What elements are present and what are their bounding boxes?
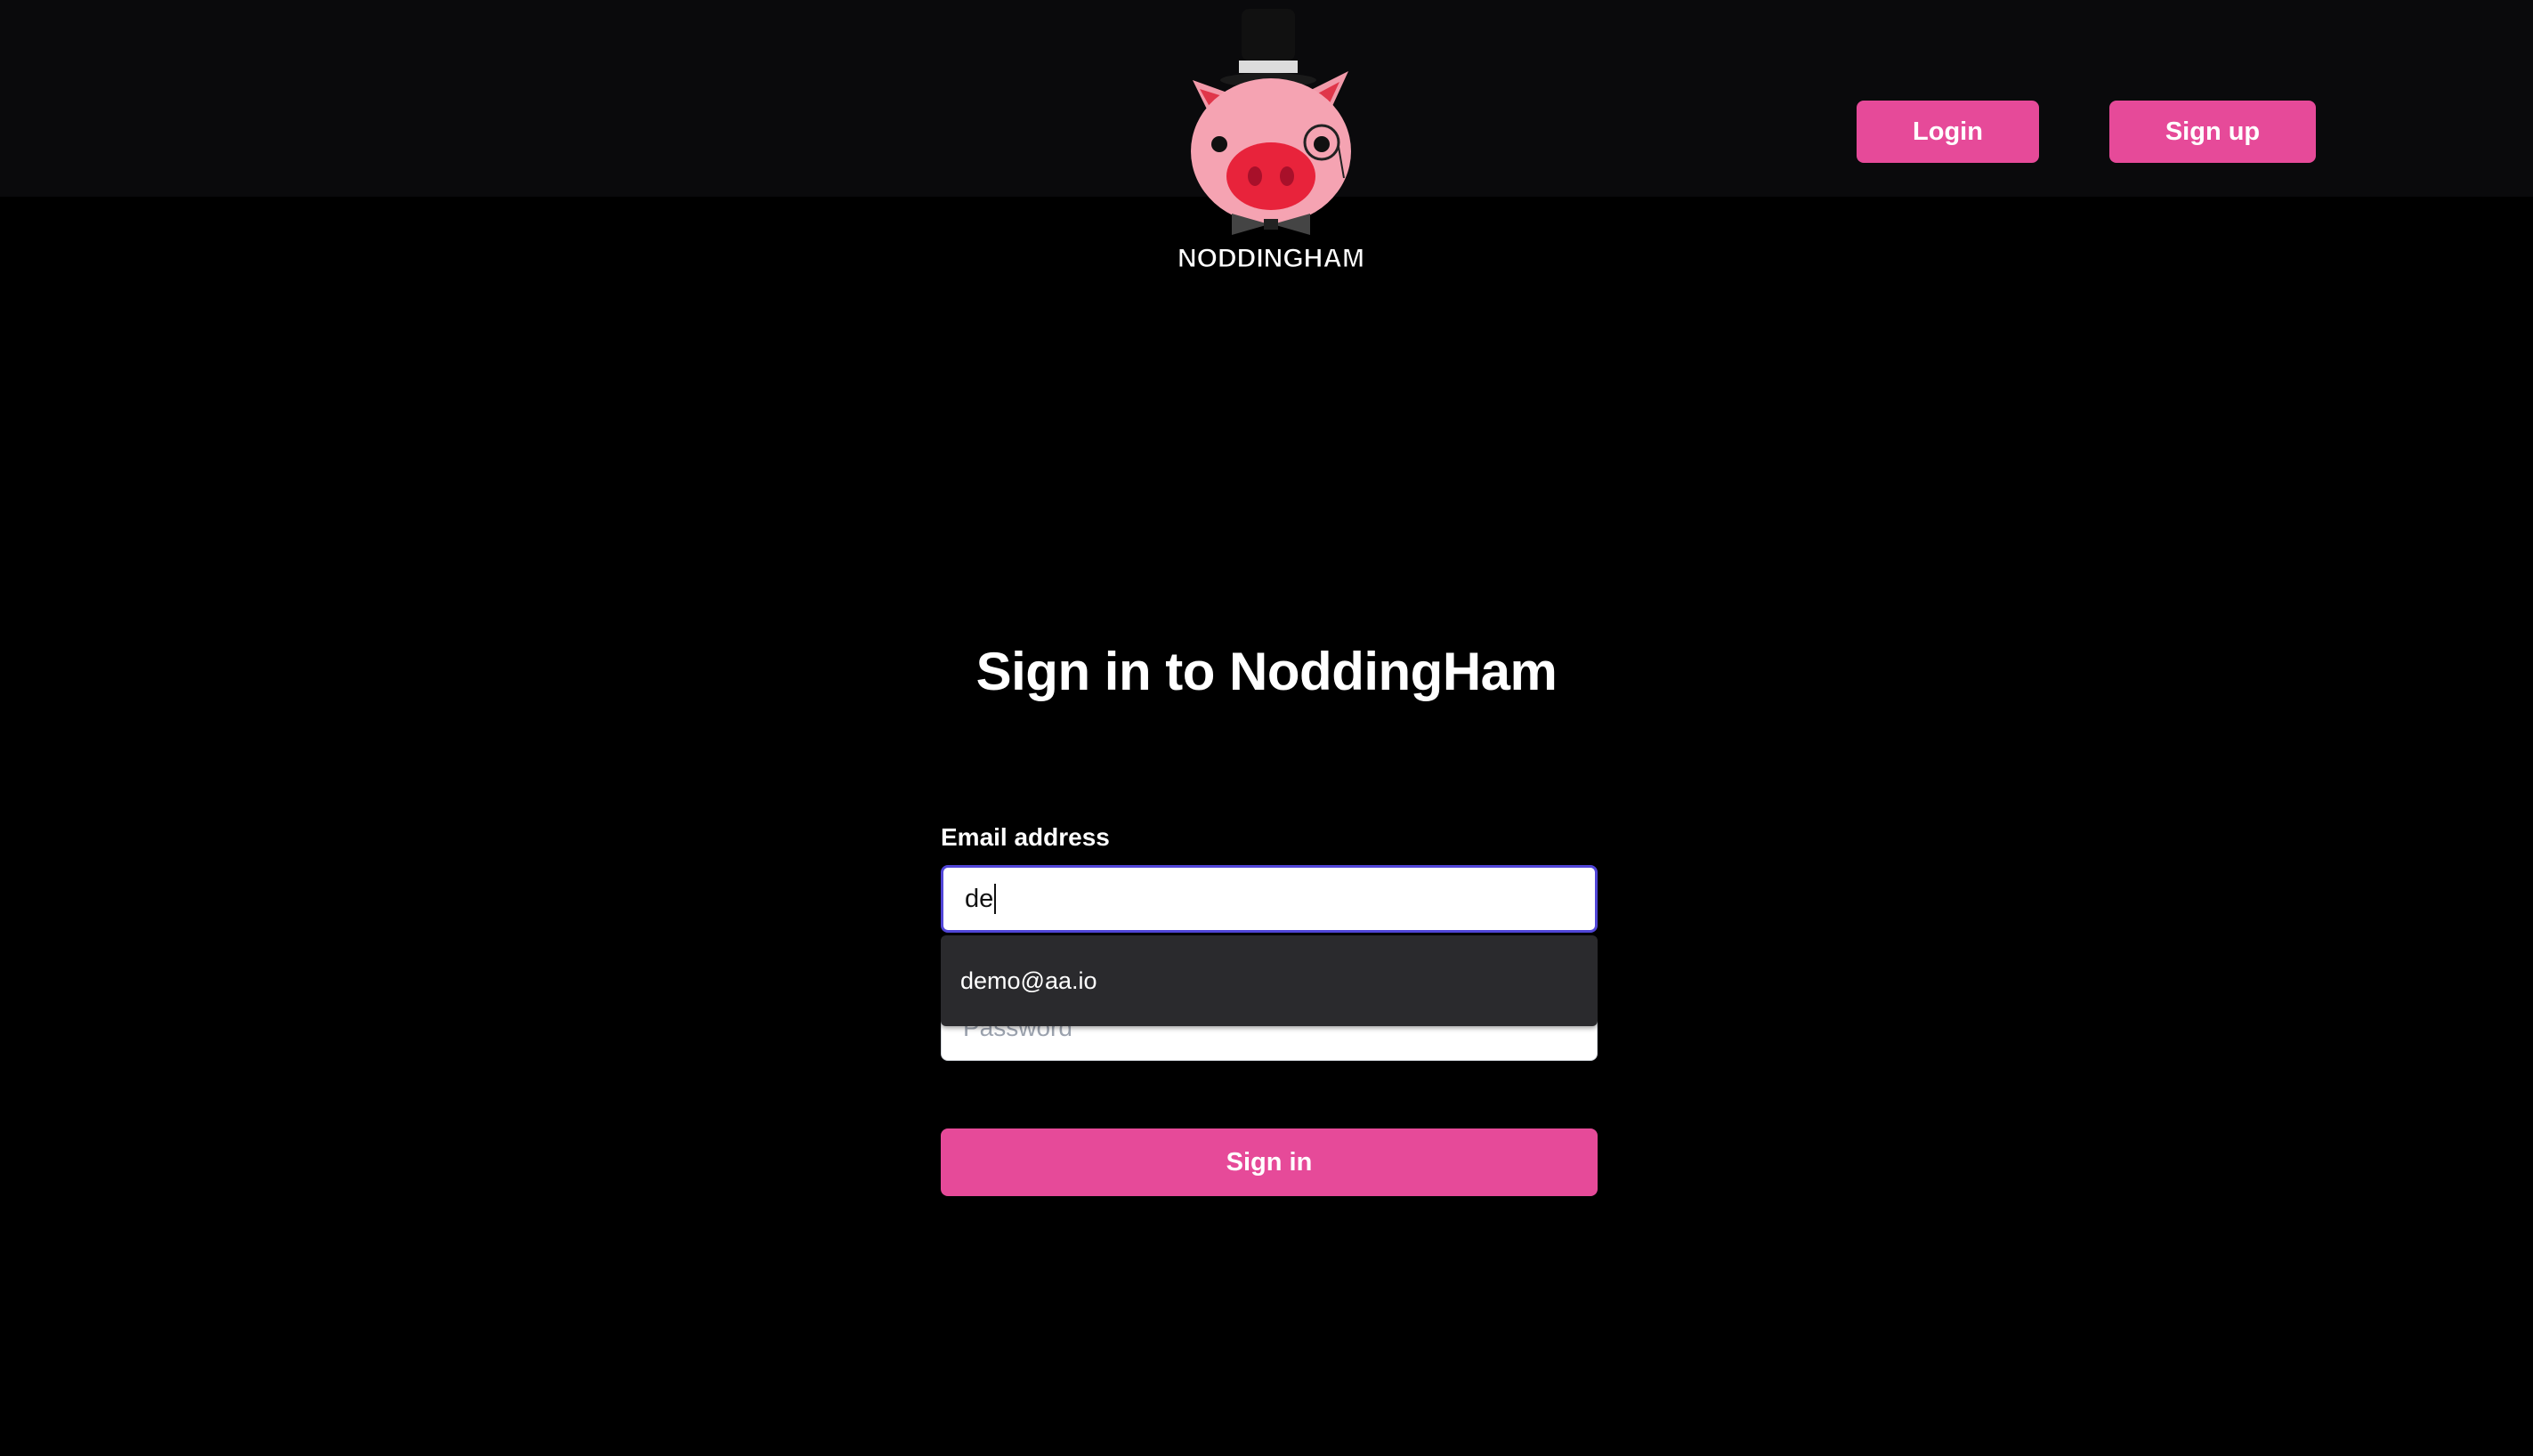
- top-navigation-bar: NODDINGHAM Login Sign up: [0, 0, 2533, 274]
- signup-button[interactable]: Sign up: [2109, 101, 2316, 163]
- login-button[interactable]: Login: [1857, 101, 2039, 163]
- page: NODDINGHAM Login Sign up Sign in to Nodd…: [0, 0, 2533, 1456]
- noddingham-logo[interactable]: NODDINGHAM: [1157, 0, 1388, 285]
- logo-wordmark: NODDINGHAM: [1177, 244, 1364, 273]
- page-title: Sign in to NoddingHam: [975, 642, 1558, 701]
- email-field-value: de: [965, 884, 994, 913]
- email-field[interactable]: de: [941, 865, 1598, 933]
- text-caret: [994, 884, 997, 914]
- email-autocomplete-suggestion[interactable]: demo@aa.io: [941, 935, 1598, 1026]
- autocomplete-suggestion-text: demo@aa.io: [960, 967, 1097, 994]
- signin-button[interactable]: Sign in: [941, 1128, 1598, 1196]
- email-label: Email address: [941, 823, 1110, 851]
- pig-mascot-icon: NODDINGHAM: [1177, 9, 1365, 274]
